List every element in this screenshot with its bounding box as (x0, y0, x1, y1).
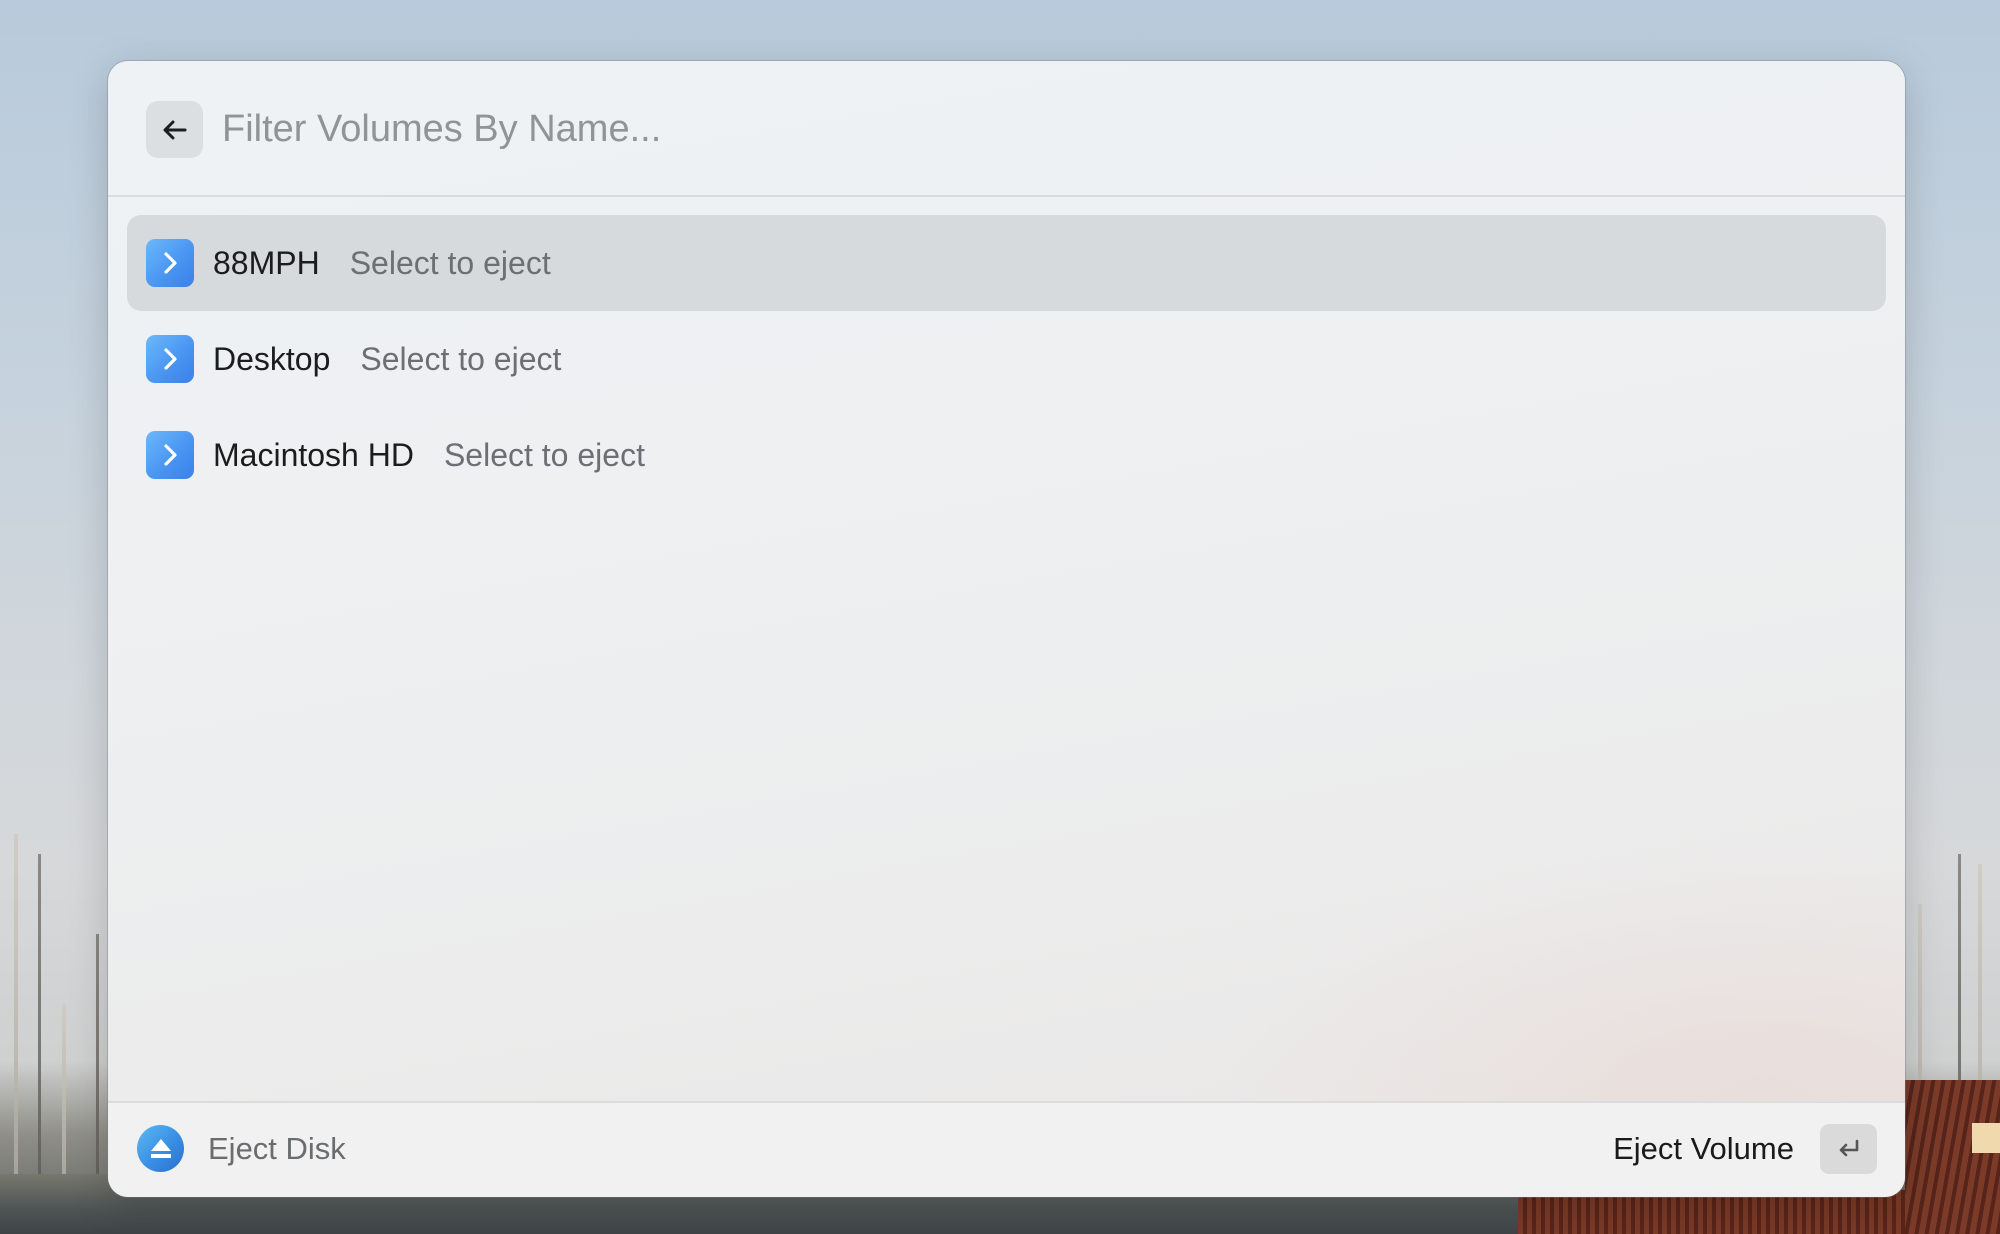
wallpaper-roof (1905, 1080, 2000, 1234)
chevron-right-icon (146, 239, 194, 287)
list-item-title: Desktop (213, 341, 331, 377)
list-item-subtitle: Select to eject (443, 437, 645, 473)
search-header (108, 61, 1905, 197)
list-item-88mph[interactable]: 88MPH Select to eject (127, 215, 1886, 311)
list-item-text: Macintosh HD Select to eject (213, 435, 645, 475)
primary-action-label: Eject Volume (1613, 1131, 1794, 1166)
return-key-icon (1839, 1139, 1858, 1157)
list-item-text: 88MPH Select to eject (213, 243, 551, 283)
arrow-left-icon (163, 120, 186, 139)
volume-list: 88MPH Select to eject Desktop Select to … (127, 215, 1886, 503)
eject-volume-button[interactable]: Eject Volume (1613, 1123, 1877, 1175)
action-bar: Eject Disk Eject Volume (108, 1101, 1905, 1197)
return-key-badge (1820, 1124, 1877, 1174)
wallpaper-roof-trim (1972, 1123, 2000, 1153)
command-title: Eject Disk (208, 1131, 346, 1166)
filter-volumes-input[interactable] (222, 99, 1822, 159)
chevron-right-icon (146, 335, 194, 383)
launcher-window: 88MPH Select to eject Desktop Select to … (108, 61, 1905, 1197)
list-item-title: Macintosh HD (213, 437, 414, 473)
chevron-right-icon (146, 431, 194, 479)
list-item-desktop[interactable]: Desktop Select to eject (127, 311, 1886, 407)
back-button[interactable] (146, 101, 203, 158)
list-item-macintosh-hd[interactable]: Macintosh HD Select to eject (127, 407, 1886, 503)
eject-icon (137, 1125, 184, 1172)
list-item-title: 88MPH (213, 245, 320, 281)
list-item-text: Desktop Select to eject (213, 339, 561, 379)
list-item-subtitle: Select to eject (360, 341, 562, 377)
list-item-subtitle: Select to eject (349, 245, 551, 281)
